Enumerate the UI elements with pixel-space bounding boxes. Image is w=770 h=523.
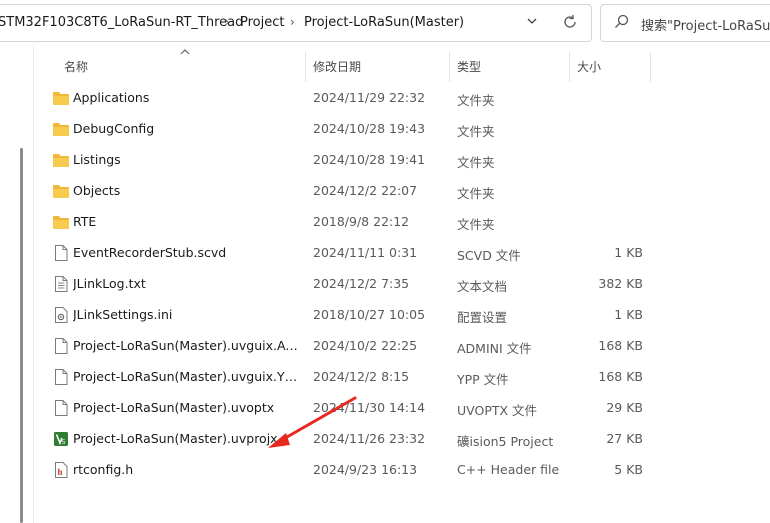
file-name: RTE xyxy=(73,214,97,229)
file-name: rtconfig.h xyxy=(73,462,134,477)
file-name: DebugConfig xyxy=(73,121,155,136)
keil-project-icon: 5 xyxy=(52,430,70,448)
file-type: ADMINI 文件 xyxy=(457,341,532,356)
file-date: 2024/12/2 8:15 xyxy=(313,369,410,384)
file-name: Listings xyxy=(73,152,121,167)
file-name: JLinkLog.txt xyxy=(73,276,146,291)
folder-icon xyxy=(52,89,70,107)
file-date: 2024/11/11 0:31 xyxy=(313,245,418,260)
file-row[interactable]: Project-LoRaSun(Master).uvguix.YPP 2024/1… xyxy=(44,362,654,392)
file-type: 配置设置 xyxy=(457,310,508,325)
breadcrumb-separator[interactable]: › xyxy=(225,15,230,29)
column-size[interactable]: 大小 xyxy=(577,58,601,75)
text-file-icon xyxy=(52,275,70,293)
file-date: 2024/11/30 14:14 xyxy=(313,400,426,415)
file-type: UVOPTX 文件 xyxy=(457,403,538,418)
file-date: 2024/10/28 19:43 xyxy=(313,121,426,136)
file-date: 2024/11/26 23:32 xyxy=(313,431,426,446)
file-type: SCVD 文件 xyxy=(457,248,521,263)
column-type[interactable]: 类型 xyxy=(457,58,481,75)
file-row[interactable]: DebugConfig 2024/10/28 19:43 文件夹 xyxy=(44,114,654,144)
pane-divider xyxy=(33,46,34,523)
file-row[interactable]: Project-LoRaSun(Master).uvoptx 2024/11/30… xyxy=(44,393,654,423)
file-date: 2024/11/29 22:32 xyxy=(313,90,426,105)
column-divider[interactable] xyxy=(650,52,651,82)
file-row[interactable]: Objects 2024/12/2 22:07 文件夹 xyxy=(44,176,654,206)
file-type: 文件夹 xyxy=(457,186,495,201)
file-type: YPP 文件 xyxy=(457,372,509,387)
file-size: 168 KB xyxy=(598,369,643,384)
file-type: 文本文档 xyxy=(457,279,508,294)
file-name: Applications xyxy=(73,90,150,105)
file-row[interactable]: h rtconfig.h 2024/9/23 16:13 C++ Header fil… xyxy=(44,455,654,485)
file-type: 文件夹 xyxy=(457,124,495,139)
file-row[interactable]: RTE 2018/9/8 22:12 文件夹 xyxy=(44,207,654,237)
file-date: 2024/9/23 16:13 xyxy=(313,462,418,477)
file-date: 2018/9/8 22:12 xyxy=(313,214,410,229)
file-type: 礦ision5 Project xyxy=(457,434,554,449)
toolbar: STM32F103C8T6_LoRaSun-RT_Thread › Projec… xyxy=(0,0,770,46)
folder-icon xyxy=(52,151,70,169)
sort-ascending-icon[interactable] xyxy=(179,48,191,56)
file-type: 文件夹 xyxy=(457,93,495,108)
file-date: 2024/12/2 7:35 xyxy=(313,276,410,291)
file-name: Project-LoRaSun(Master).uvprojx xyxy=(73,431,278,446)
file-type: C++ Header file xyxy=(457,462,560,477)
file-row[interactable]: Applications 2024/11/29 22:32 文件夹 xyxy=(44,83,654,113)
svg-text:h: h xyxy=(58,467,63,477)
file-size: 27 KB xyxy=(606,431,643,446)
navigation-pane xyxy=(0,46,33,523)
file-name: Objects xyxy=(73,183,121,198)
navigation-scrollbar[interactable] xyxy=(20,148,23,523)
file-icon xyxy=(52,368,70,386)
file-size: 168 KB xyxy=(598,338,643,353)
file-icon xyxy=(52,244,70,262)
file-icon xyxy=(52,337,70,355)
file-date: 2024/10/2 22:25 xyxy=(313,338,418,353)
file-name: Project-LoRaSun(Master).uvguix.YPP xyxy=(73,369,299,384)
file-row[interactable]: Project-LoRaSun(Master).uvguix.Admi... 20… xyxy=(44,331,654,361)
folder-icon xyxy=(52,213,70,231)
column-divider[interactable] xyxy=(305,52,306,82)
header-file-icon: h xyxy=(52,461,70,479)
search-icon xyxy=(613,13,631,31)
file-row[interactable]: 5 Project-LoRaSun(Master).uvprojx 2024/11/… xyxy=(44,424,654,454)
folder-icon xyxy=(52,120,70,138)
column-header: 名称 修改日期 类型 大小 xyxy=(34,46,770,86)
file-row[interactable]: Listings 2024/10/28 19:41 文件夹 xyxy=(44,145,654,175)
breadcrumb-project[interactable]: Project xyxy=(240,15,284,30)
column-divider[interactable] xyxy=(569,52,570,82)
column-divider[interactable] xyxy=(449,52,450,82)
file-size: 1 KB xyxy=(614,245,643,260)
file-size: 29 KB xyxy=(606,400,643,415)
file-icon xyxy=(52,399,70,417)
file-name: EventRecorderStub.scvd xyxy=(73,245,227,260)
breadcrumb-current[interactable]: Project-LoRaSun(Master) xyxy=(304,15,464,30)
file-row[interactable]: EventRecorderStub.scvd 2024/11/11 0:31 SCV… xyxy=(44,238,654,268)
file-row[interactable]: JLinkSettings.ini 2018/10/27 10:05 配置设置 1 K… xyxy=(44,300,654,330)
column-name[interactable]: 名称 xyxy=(64,58,88,75)
file-type: 文件夹 xyxy=(457,155,495,170)
file-size: 1 KB xyxy=(614,307,643,322)
file-name: JLinkSettings.ini xyxy=(73,307,173,322)
address-dropdown-icon[interactable] xyxy=(526,11,542,31)
file-date: 2018/10/27 10:05 xyxy=(313,307,426,322)
refresh-icon[interactable] xyxy=(560,12,580,32)
settings-file-icon xyxy=(52,306,70,324)
file-row[interactable]: JLinkLog.txt 2024/12/2 7:35 文本文档 382 KB xyxy=(44,269,654,299)
file-name: Project-LoRaSun(Master).uvoptx xyxy=(73,400,275,415)
search-input[interactable]: 搜索"Project-LoRaSun( xyxy=(641,15,770,34)
file-date: 2024/12/2 22:07 xyxy=(313,183,418,198)
folder-icon xyxy=(52,182,70,200)
file-date: 2024/10/28 19:41 xyxy=(313,152,426,167)
file-size: 382 KB xyxy=(598,276,643,291)
column-date[interactable]: 修改日期 xyxy=(313,58,361,75)
breadcrumb-root[interactable]: STM32F103C8T6_LoRaSun-RT_Thread xyxy=(0,15,243,30)
file-size: 5 KB xyxy=(614,462,643,477)
breadcrumb-separator[interactable]: › xyxy=(290,15,295,29)
file-name: Project-LoRaSun(Master).uvguix.Admi... xyxy=(73,338,299,353)
file-type: 文件夹 xyxy=(457,217,495,232)
